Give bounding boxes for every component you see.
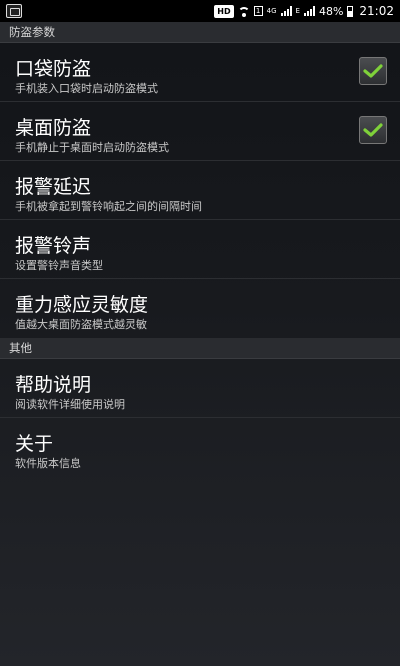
pref-desk-anti-theft[interactable]: 桌面防盗 手机静止于桌面时启动防盗模式 <box>0 102 400 161</box>
desk-anti-theft-checkbox[interactable] <box>359 116 387 144</box>
pocket-anti-theft-checkbox[interactable] <box>359 57 387 85</box>
battery-percent: 48% <box>318 4 344 18</box>
pref-title: 桌面防盗 <box>15 117 92 139</box>
signal-icon-1 <box>280 6 292 16</box>
pref-gravity-sensitivity[interactable]: 重力感应灵敏度 值越大桌面防盗模式越灵敏 <box>0 279 400 338</box>
status-bar: HD 1 4G E 48% 21:02 <box>0 0 400 22</box>
network-4g-label: 4G <box>266 7 277 15</box>
checkmark-icon <box>363 64 383 78</box>
battery-icon <box>347 5 354 17</box>
section-header-anti-theft: 防盗参数 <box>0 22 400 43</box>
pref-alarm-ringtone[interactable]: 报警铃声 设置警铃声音类型 <box>0 220 400 279</box>
checkmark-icon <box>363 123 383 137</box>
pref-title: 报警铃声 <box>15 235 92 257</box>
signal-icon-2 <box>303 6 315 16</box>
pref-pocket-anti-theft[interactable]: 口袋防盗 手机装入口袋时启动防盗模式 <box>0 43 400 102</box>
pref-summary: 软件版本信息 <box>15 457 81 470</box>
app-notification-icon <box>6 4 22 18</box>
pref-title: 口袋防盗 <box>15 58 92 80</box>
pref-title: 重力感应灵敏度 <box>15 294 149 316</box>
wifi-icon <box>237 6 250 17</box>
pref-help[interactable]: 帮助说明 阅读软件详细使用说明 <box>0 359 400 418</box>
pref-title: 帮助说明 <box>15 374 92 396</box>
pref-summary: 手机静止于桌面时启动防盗模式 <box>15 141 169 154</box>
clock: 21:02 <box>359 4 394 18</box>
network-e-label: E <box>295 7 300 15</box>
pref-summary: 设置警铃声音类型 <box>15 259 103 272</box>
settings-screen: HD 1 4G E 48% 21:02 防盗参数 口袋防盗 手机装入口袋时启动防… <box>0 0 400 666</box>
section-header-other: 其他 <box>0 338 400 359</box>
pref-summary: 手机被拿起到警铃响起之间的间隔时间 <box>15 200 202 213</box>
pref-summary: 手机装入口袋时启动防盗模式 <box>15 82 158 95</box>
pref-title: 报警延迟 <box>15 176 92 198</box>
pref-summary: 值越大桌面防盗模式越灵敏 <box>15 318 147 331</box>
hd-badge: HD <box>214 4 234 18</box>
pref-title: 关于 <box>15 433 54 455</box>
pref-summary: 阅读软件详细使用说明 <box>15 398 125 411</box>
pref-alarm-delay[interactable]: 报警延迟 手机被拿起到警铃响起之间的间隔时间 <box>0 161 400 220</box>
pref-about[interactable]: 关于 软件版本信息 <box>0 418 400 477</box>
sim-badge: 1 <box>253 6 263 16</box>
